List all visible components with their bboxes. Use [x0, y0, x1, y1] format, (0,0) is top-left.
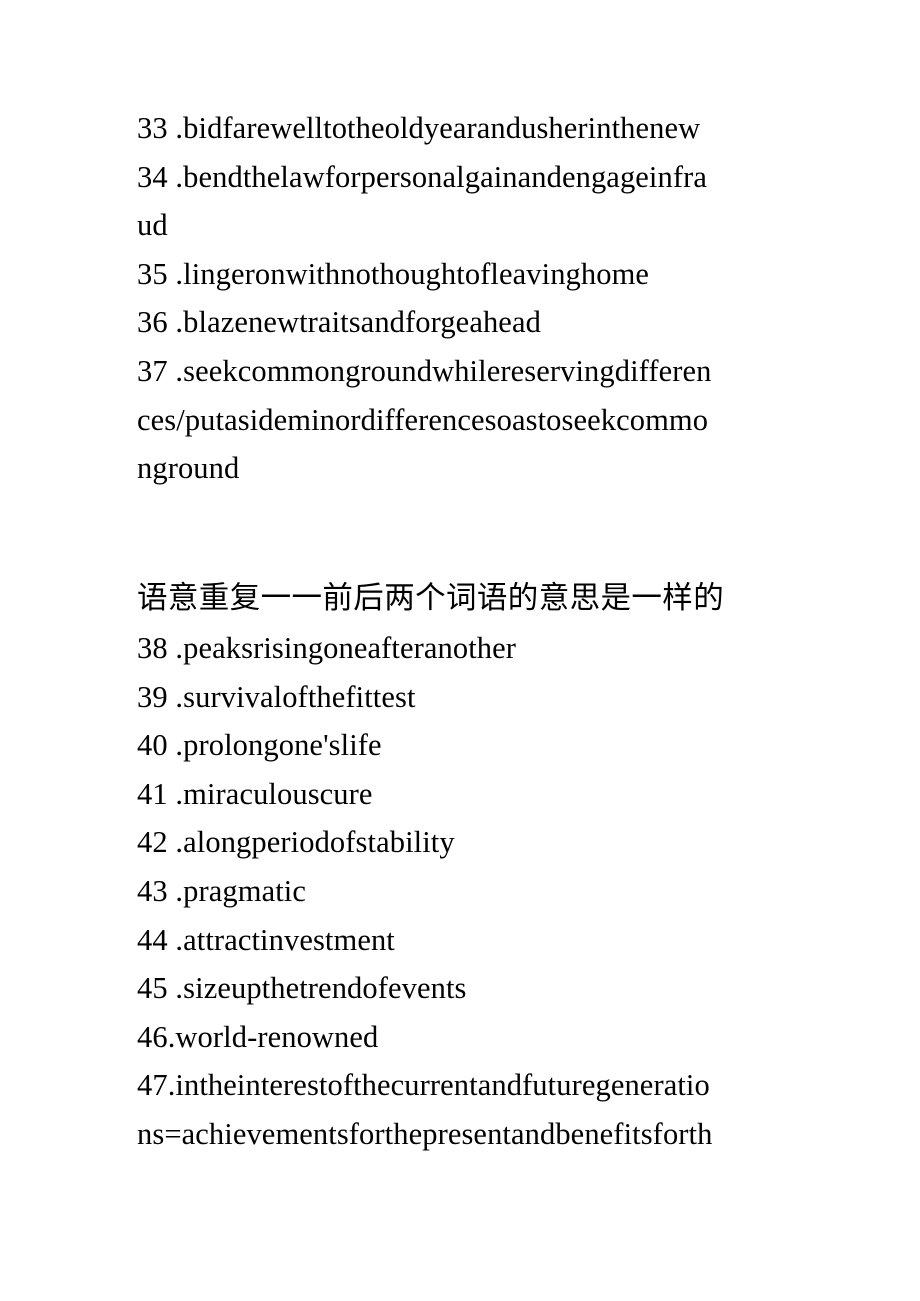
- list-item-continuation: nground: [137, 451, 240, 486]
- list-item: 43 .pragmatic: [137, 873, 306, 908]
- section-heading: 语意重复一一前后两个词语的意思是一样的: [137, 581, 725, 617]
- document-text-column: 33 .bidfarewelltotheoldyearandusherinthe…: [137, 104, 785, 1158]
- document-page: 33 .bidfarewelltotheoldyearandusherinthe…: [0, 0, 920, 1301]
- list-item-continuation: ns=achievementsforthepresentandbenefitsf…: [137, 1116, 713, 1151]
- list-item: 37 .seekcommongroundwhilereservingdiffer…: [137, 353, 712, 388]
- list-item: 46.world-renowned: [137, 1019, 379, 1054]
- list-item-continuation: ud: [137, 208, 168, 243]
- list-item: 40 .prolongone'slife: [137, 728, 382, 763]
- list-item: 36 .blazenewtraitsandforgeahead: [137, 305, 541, 340]
- list-item: 41 .miraculouscure: [137, 776, 373, 811]
- list-item-continuation: ces/putasideminordifferencesoastoseekcom…: [137, 402, 709, 437]
- list-item: 38 .peaksrisingoneafteranother: [137, 630, 517, 665]
- list-item: 47.intheinterestofthecurrentandfuturegen…: [137, 1068, 710, 1103]
- list-item: 35 .lingeronwithnothoughtofleavinghome: [137, 256, 650, 291]
- list-item: 34 .bendthelawforpersonalgainandengagein…: [137, 159, 708, 194]
- list-item: 42 .alongperiodofstability: [137, 825, 455, 860]
- list-item: 44 .attractinvestment: [137, 922, 395, 957]
- list-item: 39 .survivalofthefittest: [137, 679, 416, 714]
- list-item: 45 .sizeupthetrendofevents: [137, 971, 467, 1006]
- list-item: 33 .bidfarewelltotheoldyearandusherinthe…: [137, 111, 701, 145]
